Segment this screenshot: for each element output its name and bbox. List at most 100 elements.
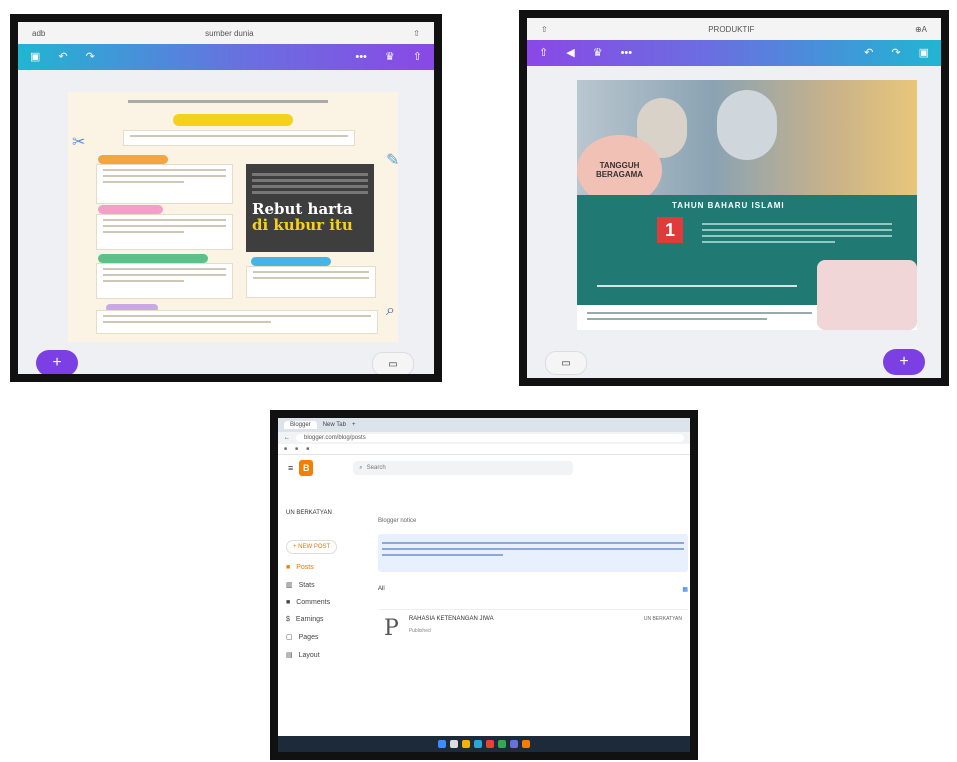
left-tablet: adb sumber dunia ⇧ ▣ ↶ ↷ ••• ♛ ⇧ Rebut h… [10,14,442,382]
post-row[interactable]: P RAHASIA KETENANGAN JIWA Published UN B… [378,609,688,660]
sidebar-item-posts[interactable]: ■ Posts [286,564,368,571]
section-card-2 [96,214,233,250]
start-icon[interactable] [438,740,446,748]
section-card-5 [96,310,378,334]
earnings-icon: $ [286,616,290,623]
undo-icon[interactable]: ↶ [864,47,873,59]
redo-icon[interactable]: ↷ [86,51,95,63]
search-icon[interactable] [450,740,458,748]
section-card-3 [96,263,233,299]
add-button[interactable]: + [883,349,925,375]
section-label-pink [98,205,163,214]
app-icon[interactable] [522,740,530,748]
sidebar-item-pages[interactable]: ▢ Pages [286,633,368,642]
crown-icon[interactable]: ♛ [593,47,603,59]
post-author: UN BERKATYAN [643,616,682,622]
search-input[interactable]: ⌕ Search [353,461,574,475]
tab-blogger[interactable]: Blogger [284,421,317,429]
comments-icon: ■ [286,599,291,606]
poster-canvas[interactable]: TANGGUH BERAGAMA TAHUN BAHARU ISLAMI 1 [577,80,917,330]
layers-icon[interactable]: ▣ [919,47,929,59]
sidebar-item-layout[interactable]: ▤ Layout [286,651,368,660]
new-tab-icon[interactable]: + [352,422,356,428]
layout-icon: ▤ [286,652,293,659]
add-button[interactable]: + [36,350,78,374]
blogger-header: ≡ B ⌕ Search [278,455,690,481]
banner-title: TAHUN BAHARU ISLAMI [672,201,785,210]
redo-icon[interactable]: ↷ [891,47,900,59]
search-icon: ⌕ [359,464,363,471]
undo-icon[interactable]: ↶ [58,51,67,63]
share-icon[interactable]: ⇧ [413,51,422,63]
status-right: ⊕A [914,24,927,34]
more-icon[interactable]: ••• [355,51,367,63]
filter-dropdown[interactable]: All [378,586,385,593]
taskbar [278,736,690,752]
sidebar-item-earnings[interactable]: $ Earnings [286,616,368,623]
poster-heading [128,100,328,103]
status-right: ⇧ [413,28,420,38]
family-photo [817,260,917,330]
url-field[interactable]: blogger.com/blog/posts [296,434,684,442]
pages-icon: ▢ [286,634,293,641]
share-icon[interactable]: ⇧ [539,47,548,59]
photo-texture [252,170,368,194]
title-banner [173,114,293,126]
blogger-logo-icon: B [299,460,314,476]
banner-body [702,219,892,247]
filter-row: All ▦ [378,586,688,593]
info-banner [378,534,688,572]
banner-footer-line [597,285,797,287]
edge-icon[interactable] [474,740,482,748]
browser-tabs: Blogger New Tab + [278,418,690,432]
more-icon[interactable]: ••• [621,47,633,59]
folder-icon[interactable] [462,740,470,748]
decor-sticker-right: ✎ [386,152,400,169]
left-tablet-screen: adb sumber dunia ⇧ ▣ ↶ ↷ ••• ♛ ⇧ Rebut h… [18,22,434,374]
laptop-screen-frame: Blogger New Tab + ← blogger.com/blog/pos… [270,410,698,760]
sort-icon[interactable]: ▦ [682,586,688,593]
bottom-text [587,308,812,324]
bookmark-item[interactable]: ■ [295,446,298,452]
laptop-screen: Blogger New Tab + ← blogger.com/blog/pos… [278,418,690,752]
bookmark-item[interactable]: ■ [306,446,309,452]
menu-icon[interactable]: ≡ [288,463,293,473]
back-icon[interactable]: ← [284,435,290,441]
app-icon[interactable] [486,740,494,748]
editor-toolbar: ⇧ ◀ ♛ ••• ↶ ↷ ▣ [527,40,941,66]
search-placeholder: Search [366,465,386,471]
status-title: sumber dunia [205,28,254,38]
post-status: Published [408,628,431,634]
post-title[interactable]: RAHASIA KETENANGAN JIWA [409,616,644,622]
app-icon[interactable] [510,740,518,748]
section-label-orange [98,155,168,164]
pages-button[interactable]: ▭ [372,352,414,374]
post-initial: P [384,616,399,641]
posts-icon: ■ [286,564,291,571]
stats-icon: ▥ [286,582,293,589]
right-tablet: ⇧ PRODUKTIF ⊕A ⇧ ◀ ♛ ••• ↶ ↷ ▣ TANGGUH B… [519,10,949,386]
play-icon[interactable]: ◀ [566,47,574,59]
blog-title[interactable]: UN BERKATYAN [286,510,360,516]
new-post-button[interactable]: + NEW POST [286,540,338,554]
photo-text-1: Rebut harta [252,200,353,218]
bookmark-item[interactable]: ■ [284,446,287,452]
layers-icon[interactable]: ▣ [30,51,40,63]
status-title: PRODUKTIF [708,24,755,34]
person-figure-2 [717,90,777,160]
pages-button[interactable]: ▭ [545,351,587,375]
section-card-4 [246,266,376,298]
poster-canvas[interactable]: Rebut harta di kubur itu ✂ ✎ ⌕ [68,92,400,342]
sidebar-item-stats[interactable]: ▥ Stats [286,581,368,590]
sidebar: UN BERKATYAN + NEW POST ■ Posts ▥ Stats ■ C… [278,506,368,659]
crown-icon[interactable]: ♛ [385,51,395,63]
section-card-1 [96,164,233,204]
tab-new[interactable]: New Tab [323,422,346,428]
main-content: Blogger notice All ▦ P RAHASIA KETENANGA… [378,518,688,660]
intro-card [123,130,355,146]
sidebar-item-comments[interactable]: ■ Comments [286,599,368,606]
chrome-icon[interactable] [498,740,506,748]
magnifier-sticker-icon: ⌕ [386,302,395,319]
status-bar: adb sumber dunia ⇧ [18,22,434,44]
decor-sticker-left: ✂ [72,134,86,151]
